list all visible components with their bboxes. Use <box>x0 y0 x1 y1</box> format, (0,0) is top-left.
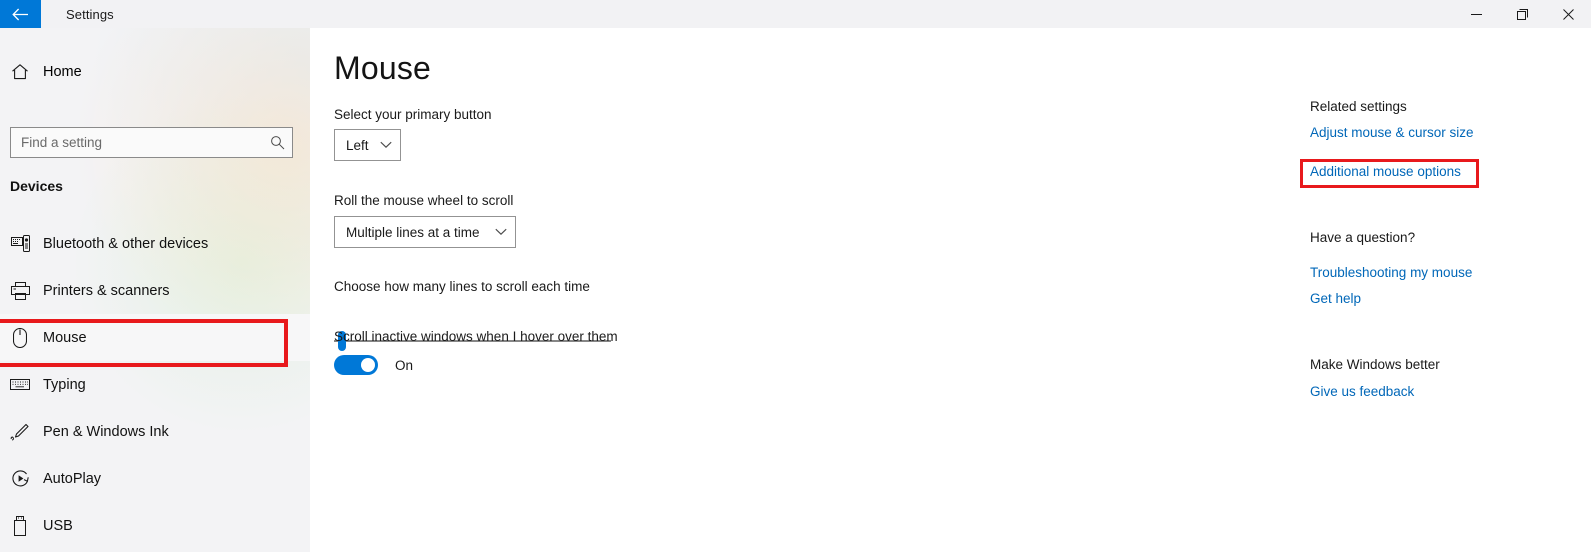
primary-button-label: Select your primary button <box>334 107 492 122</box>
primary-button-value: Left <box>346 137 369 153</box>
chevron-down-icon <box>380 141 392 149</box>
sidebar-item-home[interactable]: Home <box>0 54 310 90</box>
sidebar-item-label: AutoPlay <box>43 470 102 487</box>
sidebar-item-label: Mouse <box>43 329 87 346</box>
main-content: Mouse Select your primary button Left Ro… <box>310 28 1591 552</box>
window-title: Settings <box>66 6 114 22</box>
title-bar: Settings <box>0 0 1591 28</box>
adjust-mouse-cursor-size-link[interactable]: Adjust mouse & cursor size <box>1310 125 1474 140</box>
printer-icon <box>0 281 40 300</box>
chevron-down-icon <box>495 228 507 236</box>
sidebar-item-home-label: Home <box>43 64 82 80</box>
troubleshooting-my-mouse-link[interactable]: Troubleshooting my mouse <box>1310 265 1472 280</box>
keyboard-icon <box>0 378 40 391</box>
bluetooth-devices-icon <box>0 235 40 252</box>
mouse-icon <box>0 327 40 348</box>
sidebar-item-typing[interactable]: Typing <box>0 361 310 408</box>
settings-window: Settings Home Find a setting Devices Blu… <box>0 0 1591 552</box>
lines-slider-label: Choose how many lines to scroll each tim… <box>334 279 590 294</box>
page-title: Mouse <box>334 50 432 86</box>
sidebar-item-label: Bluetooth & other devices <box>43 235 209 252</box>
window-controls <box>1453 0 1591 28</box>
sidebar-item-mouse[interactable]: Mouse <box>0 314 310 361</box>
inactive-scroll-toggle-row: On <box>334 355 413 375</box>
inactive-scroll-label: Scroll inactive windows when I hover ove… <box>334 329 618 344</box>
search-box[interactable] <box>10 127 293 158</box>
minimize-button[interactable] <box>1453 0 1499 28</box>
search-icon <box>262 135 292 150</box>
toggle-knob <box>361 358 375 372</box>
usb-icon <box>0 515 40 536</box>
sidebar-item-label: Pen & Windows Ink <box>43 423 169 440</box>
sidebar-item-pen-windows-ink[interactable]: Pen & Windows Ink <box>0 408 310 455</box>
give-us-feedback-link[interactable]: Give us feedback <box>1310 384 1414 399</box>
sidebar-item-label: Typing <box>43 376 86 393</box>
sidebar-item-usb[interactable]: USB <box>0 502 310 549</box>
sidebar-item-printers-scanners[interactable]: Printers & scanners <box>0 267 310 314</box>
wheel-scroll-label: Roll the mouse wheel to scroll <box>334 193 514 208</box>
have-a-question-header: Have a question? <box>1310 230 1416 245</box>
sidebar: Home Devices <box>0 28 310 552</box>
wheel-scroll-value: Multiple lines at a time <box>346 224 480 240</box>
related-settings-header: Related settings <box>1310 99 1407 114</box>
make-windows-better-header: Make Windows better <box>1310 357 1440 372</box>
pen-icon <box>0 422 40 442</box>
restore-icon <box>1516 8 1528 20</box>
additional-mouse-options-link[interactable]: Additional mouse options <box>1310 164 1461 179</box>
back-arrow-icon <box>12 8 29 21</box>
restore-button[interactable] <box>1499 0 1545 28</box>
sidebar-item-bluetooth-other-devices[interactable]: Bluetooth & other devices <box>0 220 310 267</box>
get-help-link[interactable]: Get help <box>1310 291 1361 306</box>
autoplay-icon <box>0 469 40 488</box>
sidebar-item-autoplay[interactable]: AutoPlay <box>0 455 310 502</box>
minimize-icon <box>1470 9 1482 20</box>
sidebar-item-label: Printers & scanners <box>43 282 170 299</box>
search-input[interactable] <box>11 128 262 157</box>
inactive-scroll-state: On <box>395 357 414 373</box>
inactive-scroll-toggle[interactable] <box>334 355 378 375</box>
wheel-scroll-dropdown[interactable]: Multiple lines at a time <box>334 216 516 248</box>
sidebar-group-header: Devices <box>10 178 63 194</box>
primary-button-dropdown[interactable]: Left <box>334 129 401 161</box>
home-icon <box>0 63 40 81</box>
back-button[interactable] <box>0 0 41 28</box>
close-button[interactable] <box>1545 0 1591 28</box>
sidebar-nav: Bluetooth & other devices Printers & sca… <box>0 220 310 549</box>
sidebar-item-label: USB <box>43 517 73 534</box>
close-icon <box>1562 8 1574 20</box>
